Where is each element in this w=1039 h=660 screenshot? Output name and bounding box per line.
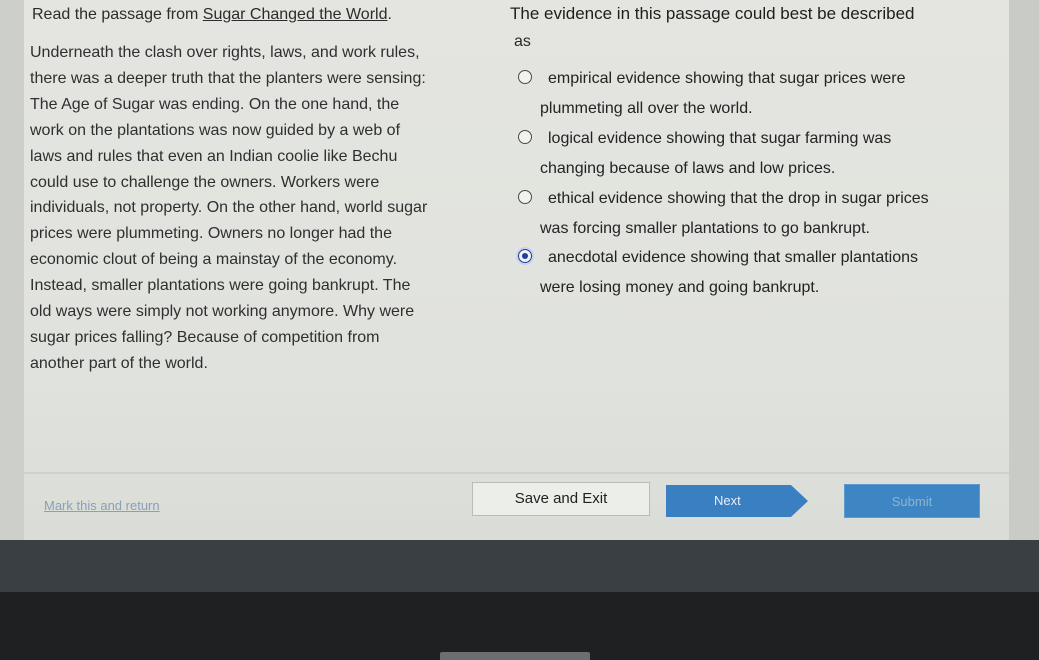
passage-line: sugar prices falling? Because of competi…: [30, 328, 380, 346]
radio-button[interactable]: [518, 130, 532, 144]
option-text-line2: changing because of laws and low prices.: [540, 160, 836, 177]
window-edge-left: [0, 0, 24, 540]
submit-button[interactable]: Submit: [844, 484, 980, 518]
passage-instruction: Read the passage from Sugar Changed the …: [32, 6, 392, 24]
next-button-label: Next: [714, 493, 741, 508]
passage-line: Instead, smaller plantations were going …: [30, 277, 411, 295]
answer-option-4[interactable]: anecdotal evidence showing that smaller …: [518, 243, 998, 303]
option-text-line2: plummeting all over the world.: [540, 100, 753, 117]
passage-line: could use to challenge the owners. Worke…: [30, 173, 380, 191]
passage-intro-end: .: [387, 6, 392, 23]
footer-divider: [24, 472, 1009, 474]
answer-option-3[interactable]: ethical evidence showing that the drop i…: [518, 184, 998, 244]
mark-and-return-link[interactable]: Mark this and return: [44, 498, 160, 513]
passage-line: The Age of Sugar was ending. On the one …: [30, 95, 400, 113]
passage-line: prices were plummeting. Owners no longer…: [30, 225, 392, 243]
passage-line: individuals, not property. On the other …: [30, 199, 428, 217]
passage-line: there was a deeper truth that the plante…: [30, 69, 426, 87]
passage-line: another part of the world.: [30, 354, 208, 372]
monitor-logo: [440, 652, 590, 660]
option-text-line1: logical evidence showing that sugar farm…: [548, 130, 892, 147]
assessment-content: Read the passage from Sugar Changed the …: [24, 0, 1009, 540]
monitor-bezel: [0, 592, 1039, 660]
radio-button-selected[interactable]: [518, 249, 532, 263]
answer-option-2[interactable]: logical evidence showing that sugar farm…: [518, 124, 998, 184]
question-prompt: The evidence in this passage could best …: [510, 4, 915, 23]
passage-line: economic clout of being a mainstay of th…: [30, 251, 398, 269]
option-text-line1: ethical evidence showing that the drop i…: [548, 190, 929, 207]
next-button[interactable]: Next: [666, 485, 808, 517]
passage-line: Underneath the clash over rights, laws, …: [30, 44, 420, 61]
option-text-line1: anecdotal evidence showing that smaller …: [548, 249, 919, 266]
passage-title: Sugar Changed the World: [202, 6, 388, 23]
radio-button[interactable]: [518, 70, 532, 84]
monitor-bezel-bar: [0, 540, 1039, 592]
passage-line: work on the plantations was now guided b…: [30, 121, 401, 139]
option-text-line2: were losing money and going bankrupt.: [540, 279, 820, 296]
option-text-line1: empirical evidence showing that sugar pr…: [548, 70, 906, 87]
option-text-line2: was forcing smaller plantations to go ba…: [540, 220, 870, 237]
save-and-exit-button[interactable]: Save and Exit: [472, 482, 650, 516]
passage-line: laws and rules that even an Indian cooli…: [30, 147, 398, 165]
passage-intro: Read the passage from: [32, 6, 203, 23]
passage-text: Underneath the clash over rights, laws, …: [30, 40, 490, 377]
answer-option-1[interactable]: empirical evidence showing that sugar pr…: [518, 64, 998, 124]
radio-button[interactable]: [518, 190, 532, 204]
passage-line: old ways were simply not working anymore…: [30, 303, 415, 321]
window-edge-right: [1009, 0, 1039, 540]
question-prompt-end: as: [514, 33, 531, 50]
